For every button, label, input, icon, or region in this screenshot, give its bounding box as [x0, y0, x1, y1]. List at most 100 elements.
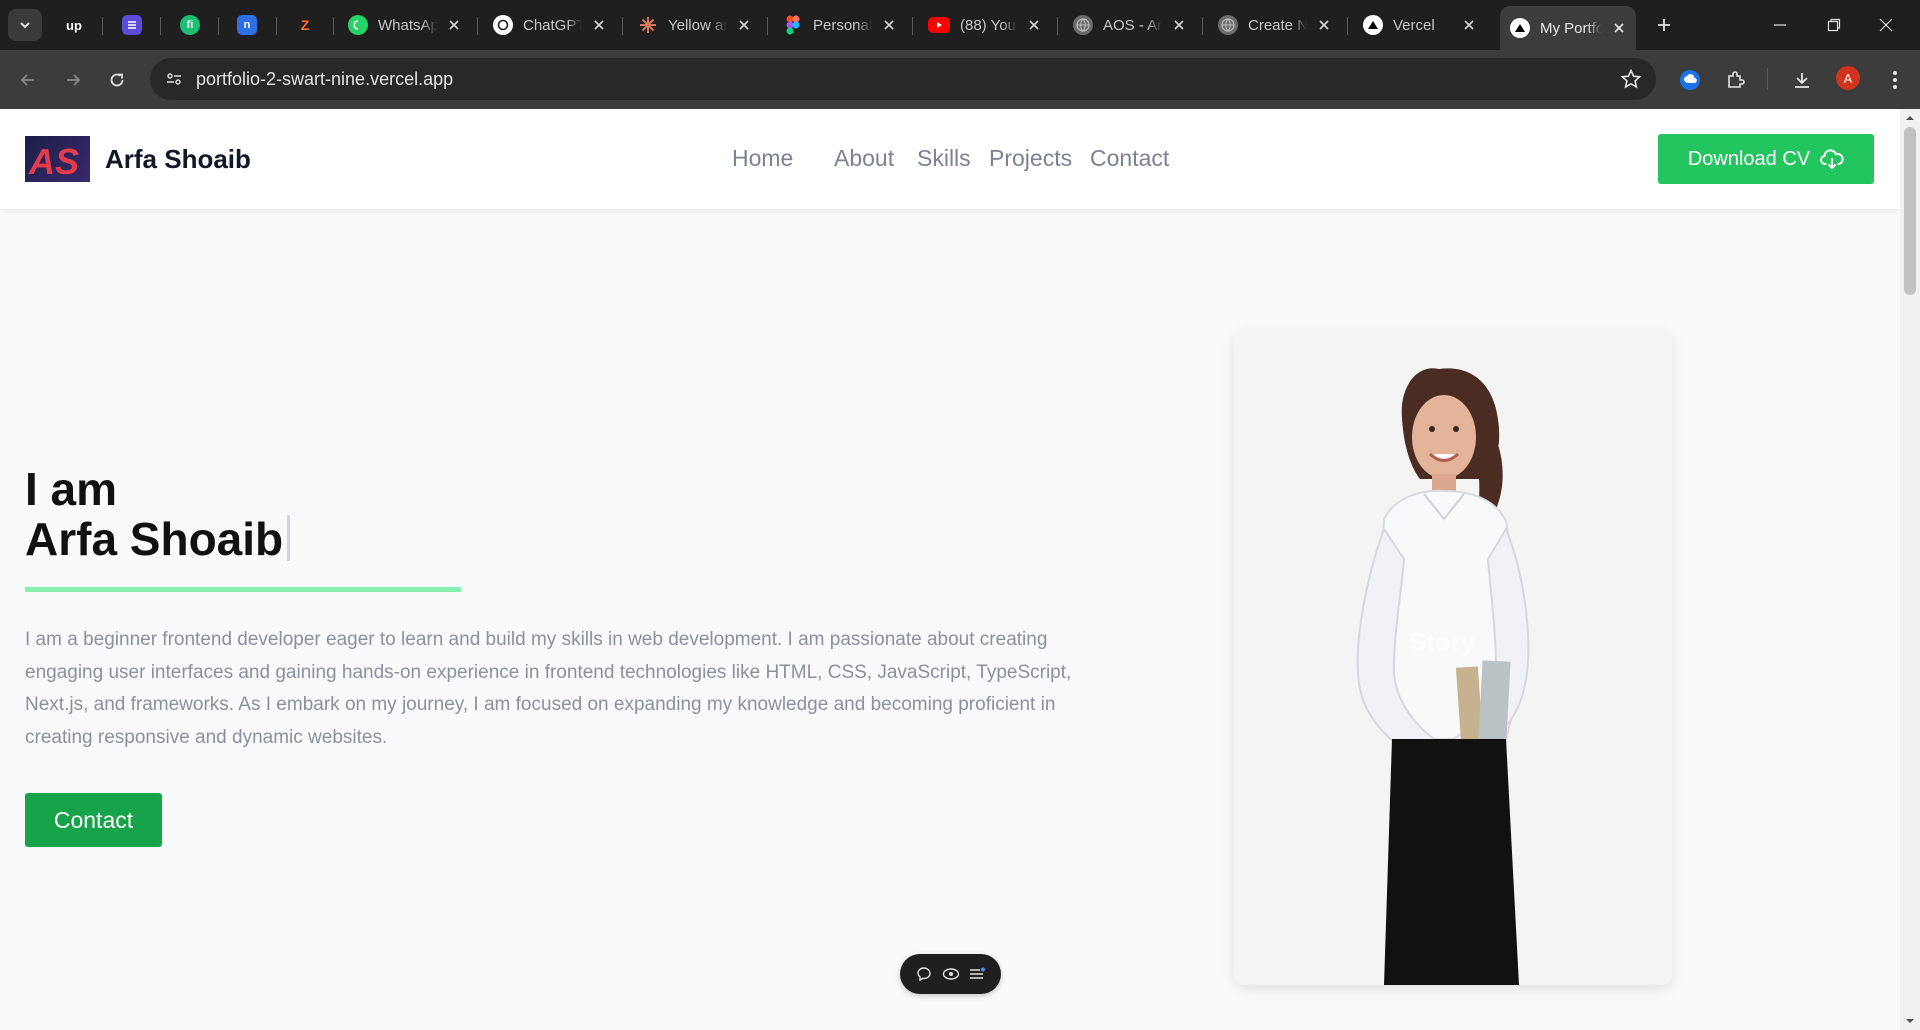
tab-vercel[interactable]: Vercel	[1353, 6, 1486, 44]
claude-icon	[638, 15, 658, 35]
site-settings-icon[interactable]	[162, 67, 186, 91]
close-icon[interactable]	[1025, 16, 1043, 34]
tab-separator	[1057, 17, 1058, 35]
hero-description: I am a beginner frontend developer eager…	[25, 629, 1072, 748]
close-icon[interactable]	[1460, 16, 1478, 34]
comment-icon[interactable]	[913, 963, 935, 985]
tab-label: My Portfolio	[1540, 19, 1602, 37]
download-cv-label: Download CV	[1687, 147, 1811, 170]
close-window-button[interactable]	[1852, 0, 1920, 50]
reload-icon	[110, 73, 124, 87]
address-bar[interactable]: portfolio-2-swart-nine.vercel.app	[150, 58, 1656, 100]
forward-button[interactable]	[57, 64, 89, 96]
close-icon[interactable]	[880, 16, 898, 34]
extension-button[interactable]	[1674, 64, 1706, 96]
hero-title: I am Arfa Shoaib	[25, 464, 291, 565]
tab-youtube[interactable]: (88) YouTube	[918, 6, 1051, 44]
tab-separator	[102, 17, 103, 35]
upwork-icon: up	[64, 15, 84, 35]
download-icon	[1795, 73, 1809, 88]
notion-icon: n	[237, 15, 257, 35]
bookmark-star-icon[interactable]	[1620, 68, 1642, 90]
typing-cursor	[287, 515, 291, 561]
pinned-tab-upwork[interactable]: up	[60, 11, 88, 39]
chatgpt-icon	[493, 15, 513, 35]
tab-label: Yellow and	[668, 16, 727, 34]
tab-claude[interactable]: Yellow and	[628, 6, 761, 44]
close-icon[interactable]	[735, 16, 753, 34]
browser-toolbar: portfolio-2-swart-nine.vercel.app	[0, 50, 1920, 109]
pinned-tab-notion[interactable]: n	[233, 11, 261, 39]
tab-search-button[interactable]	[8, 9, 42, 41]
tab-label: (88) YouTube	[960, 16, 1017, 34]
profile-photo: Story	[1234, 329, 1672, 985]
figma-icon	[783, 15, 803, 35]
nav-about[interactable]: About	[834, 145, 894, 172]
globe-icon	[1073, 15, 1093, 35]
tab-separator	[276, 17, 277, 35]
browser-tab-strip: up fi n Z WhatsApp ChatGPT Yell	[0, 0, 1920, 50]
list-menu-icon[interactable]	[966, 963, 988, 985]
tab-separator	[160, 17, 161, 35]
tab-separator	[622, 17, 623, 35]
restore-icon	[1827, 18, 1841, 32]
tab-separator	[1347, 17, 1348, 35]
new-tab-button[interactable]	[1650, 11, 1678, 39]
pinned-tab-notes[interactable]	[118, 11, 146, 39]
puzzle-icon	[1728, 71, 1745, 88]
close-icon[interactable]	[1610, 19, 1628, 37]
close-icon[interactable]	[590, 16, 608, 34]
tab-chatgpt[interactable]: ChatGPT	[483, 6, 616, 44]
tab-my-portfolio[interactable]: My Portfolio	[1500, 6, 1636, 50]
page-scrollbar[interactable]	[1900, 109, 1920, 1030]
browser-menu-button[interactable]	[1879, 64, 1911, 96]
pinned-tab-fiverr[interactable]: fi	[176, 11, 204, 39]
zapier-icon: Z	[300, 17, 310, 33]
nav-contact[interactable]: Contact	[1090, 145, 1169, 172]
tab-figma[interactable]: Personal	[773, 6, 906, 44]
tab-label: WhatsApp	[378, 16, 437, 34]
chevron-down-icon	[20, 22, 30, 29]
nav-home[interactable]: Home	[732, 145, 793, 172]
tab-separator	[218, 17, 219, 35]
extensions-menu-button[interactable]	[1719, 64, 1751, 96]
nav-skills[interactable]: Skills	[917, 145, 971, 172]
downloads-button[interactable]	[1786, 64, 1818, 96]
plus-icon	[1658, 19, 1670, 31]
scroll-down-arrow-icon[interactable]	[1905, 1016, 1915, 1026]
brand-name[interactable]: Arfa Shoaib	[105, 144, 251, 175]
reload-button[interactable]	[101, 64, 133, 96]
scrollbar-thumb[interactable]	[1904, 127, 1916, 295]
hero-name: Arfa Shoaib	[25, 513, 284, 565]
cloud-extension-icon	[1680, 70, 1700, 90]
close-icon[interactable]	[445, 16, 463, 34]
url-text: portfolio-2-swart-nine.vercel.app	[196, 69, 454, 89]
contact-button[interactable]: Contact	[25, 793, 162, 847]
site-logo[interactable]: AS	[25, 136, 90, 182]
eye-icon[interactable]	[940, 963, 962, 985]
tab-label: Create Next	[1248, 16, 1307, 34]
download-cv-button[interactable]: Download CV	[1658, 134, 1874, 184]
tab-create-next[interactable]: Create Next	[1208, 6, 1341, 44]
hero-underline	[25, 587, 461, 592]
nav-projects[interactable]: Projects	[989, 145, 1072, 172]
close-icon[interactable]	[1170, 16, 1188, 34]
more-vertical-icon	[1893, 71, 1897, 89]
tab-whatsapp[interactable]: WhatsApp	[338, 6, 471, 44]
pinned-tab-zapier[interactable]: Z	[291, 11, 319, 39]
back-button[interactable]	[12, 64, 44, 96]
scroll-up-arrow-icon[interactable]	[1905, 113, 1915, 123]
photo-watermark: Story	[1409, 627, 1476, 657]
globe-icon	[1218, 15, 1238, 35]
profile-initial: A	[1843, 70, 1853, 86]
vercel-icon	[1363, 15, 1383, 35]
toolbar-separator	[1767, 68, 1768, 90]
close-icon[interactable]	[1315, 16, 1333, 34]
tab-aos[interactable]: AOS - Animate	[1063, 6, 1196, 44]
logo-text: AS	[28, 141, 79, 182]
fiverr-icon: fi	[180, 15, 200, 35]
tab-separator	[912, 17, 913, 35]
youtube-icon	[928, 17, 950, 33]
tab-label: Vercel	[1393, 16, 1435, 34]
profile-avatar[interactable]: A	[1836, 66, 1860, 90]
